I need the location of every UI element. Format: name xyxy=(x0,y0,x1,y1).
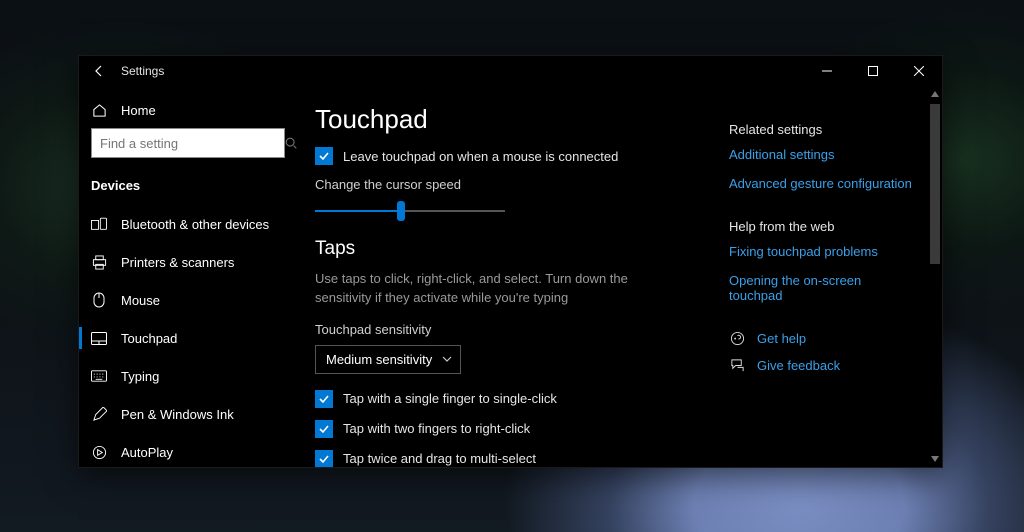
sensitivity-label: Touchpad sensitivity xyxy=(315,322,705,337)
sidebar-heading: Devices xyxy=(79,172,297,205)
sidebar-item-printers[interactable]: Printers & scanners xyxy=(79,243,297,281)
nav-label: Bluetooth & other devices xyxy=(121,217,269,232)
checkbox-label: Leave touchpad on when a mouse is connec… xyxy=(343,149,618,164)
feedback-row[interactable]: Give feedback xyxy=(729,358,914,373)
get-help-label: Get help xyxy=(757,331,806,346)
taps-heading: Taps xyxy=(315,238,705,260)
autoplay-icon xyxy=(91,444,107,460)
sidebar-item-mouse[interactable]: Mouse xyxy=(79,281,297,319)
right-column: Related settings Additional settings Adv… xyxy=(723,86,928,467)
checkbox-icon xyxy=(315,420,333,438)
checkbox-icon xyxy=(315,450,333,467)
feedback-icon xyxy=(729,358,745,373)
sidebar-item-pen[interactable]: Pen & Windows Ink xyxy=(79,395,297,433)
nav-label: Mouse xyxy=(121,293,160,308)
nav-label: AutoPlay xyxy=(121,445,173,460)
help-heading: Help from the web xyxy=(729,219,914,234)
taps-description: Use taps to click, right-click, and sele… xyxy=(315,270,635,308)
minimize-button[interactable] xyxy=(804,56,850,86)
checkbox-icon xyxy=(315,390,333,408)
window-title: Settings xyxy=(119,64,164,78)
related-heading: Related settings xyxy=(729,122,914,137)
checkbox-tap-single[interactable]: Tap with a single finger to single-click xyxy=(315,390,705,408)
sidebar-item-autoplay[interactable]: AutoPlay xyxy=(79,433,297,467)
maximize-button[interactable] xyxy=(850,56,896,86)
keyboard-icon xyxy=(91,368,107,384)
link-additional-settings[interactable]: Additional settings xyxy=(729,147,914,162)
checkbox-label: Tap with a single finger to single-click xyxy=(343,391,557,406)
mouse-icon xyxy=(91,292,107,308)
checkbox-tap-drag[interactable]: Tap twice and drag to multi-select xyxy=(315,450,705,467)
checkbox-label: Tap twice and drag to multi-select xyxy=(343,451,536,466)
pen-icon xyxy=(91,406,107,422)
scroll-thumb[interactable] xyxy=(930,104,940,264)
nav-label: Touchpad xyxy=(121,331,177,346)
checkbox-leave-on[interactable]: Leave touchpad on when a mouse is connec… xyxy=(315,147,705,165)
home-icon xyxy=(91,102,107,118)
devices-icon xyxy=(91,216,107,232)
sidebar-home[interactable]: Home xyxy=(79,94,297,128)
scroll-down-icon[interactable] xyxy=(928,451,942,467)
main-panel: Touchpad Leave touchpad on when a mouse … xyxy=(297,86,942,467)
scroll-up-icon[interactable] xyxy=(928,86,942,102)
link-advanced-gesture[interactable]: Advanced gesture configuration xyxy=(729,176,914,191)
feedback-label: Give feedback xyxy=(757,358,840,373)
cursor-speed-label: Change the cursor speed xyxy=(315,177,705,192)
link-onscreen-touchpad[interactable]: Opening the on-screen touchpad xyxy=(729,273,914,303)
link-fixing-touchpad[interactable]: Fixing touchpad problems xyxy=(729,244,914,259)
titlebar: Settings xyxy=(79,56,942,86)
sidebar-item-touchpad[interactable]: Touchpad xyxy=(79,319,297,357)
search-icon xyxy=(284,136,298,150)
sidebar-home-label: Home xyxy=(121,103,156,118)
settings-window: Settings Home xyxy=(78,55,943,468)
scrollbar[interactable] xyxy=(928,86,942,467)
nav-label: Pen & Windows Ink xyxy=(121,407,234,422)
sensitivity-dropdown[interactable]: Medium sensitivity xyxy=(315,345,461,374)
page-title: Touchpad xyxy=(315,104,705,135)
search-input[interactable] xyxy=(92,136,284,151)
checkbox-tap-two[interactable]: Tap with two fingers to right-click xyxy=(315,420,705,438)
close-button[interactable] xyxy=(896,56,942,86)
slider-thumb[interactable] xyxy=(397,201,405,221)
search-input-wrap[interactable] xyxy=(91,128,285,158)
chevron-down-icon xyxy=(442,356,452,362)
touchpad-icon xyxy=(91,330,107,346)
nav-label: Typing xyxy=(121,369,159,384)
back-button[interactable] xyxy=(79,56,119,86)
sidebar-item-bluetooth[interactable]: Bluetooth & other devices xyxy=(79,205,297,243)
sidebar-item-typing[interactable]: Typing xyxy=(79,357,297,395)
checkbox-label: Tap with two fingers to right-click xyxy=(343,421,530,436)
cursor-speed-slider[interactable] xyxy=(315,200,505,222)
printer-icon xyxy=(91,254,107,270)
get-help-row[interactable]: Get help xyxy=(729,331,914,346)
help-icon xyxy=(729,331,745,346)
nav-label: Printers & scanners xyxy=(121,255,234,270)
checkbox-icon xyxy=(315,147,333,165)
dropdown-value: Medium sensitivity xyxy=(326,352,432,367)
sidebar: Home Devices Bluetooth & other devices xyxy=(79,86,297,467)
